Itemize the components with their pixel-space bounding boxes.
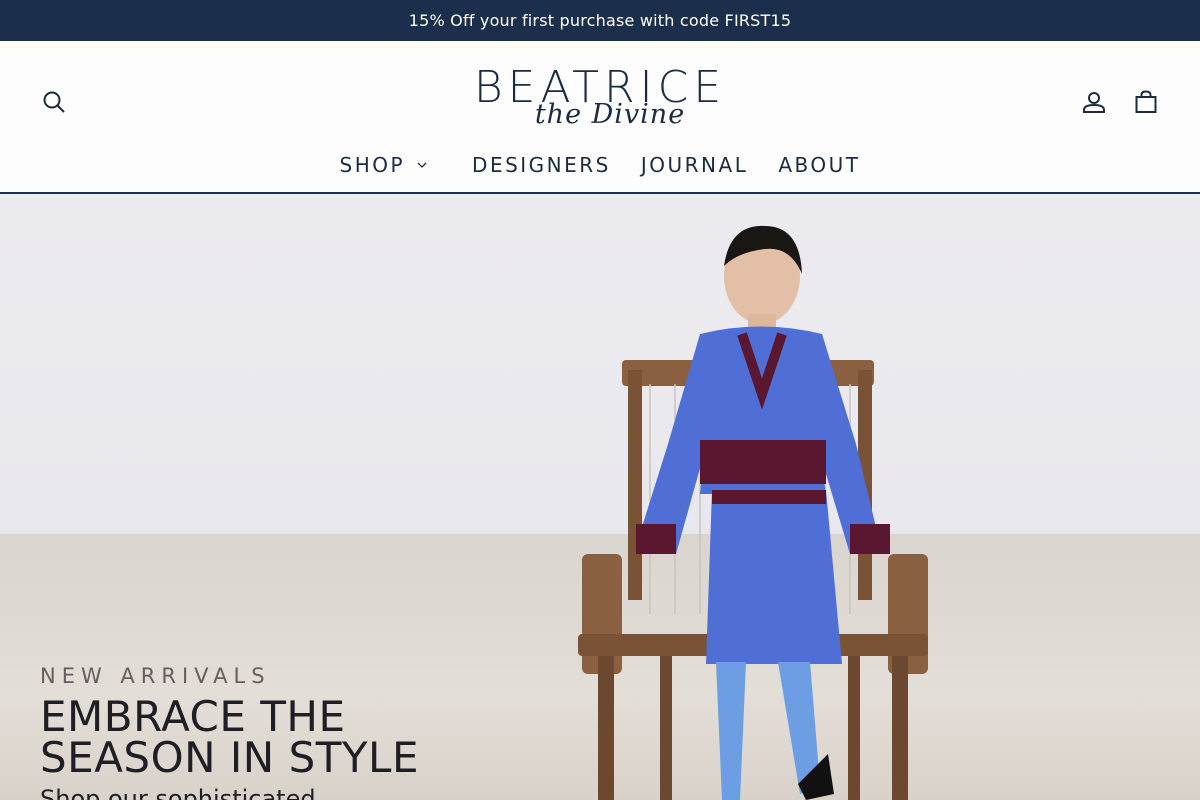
main-nav: SHOP DESIGNERS JOURNAL ABOUT — [0, 145, 1200, 185]
nav-item-shop[interactable]: SHOP — [325, 153, 458, 177]
hero-text-block: NEW ARRIVALS EMBRACE THE SEASON IN STYLE… — [40, 662, 560, 800]
hero-headline-line2: SEASON IN STYLE — [40, 733, 419, 782]
account-icon[interactable] — [1079, 87, 1109, 117]
announcement-text: 15% Off your first purchase with code FI… — [408, 11, 792, 30]
nav-item-label: ABOUT — [778, 153, 861, 177]
chevron-down-icon — [417, 161, 427, 169]
nav-item-designers[interactable]: DESIGNERS — [457, 153, 626, 177]
hero-headline: EMBRACE THE SEASON IN STYLE — [40, 692, 560, 782]
nav-item-journal[interactable]: JOURNAL — [626, 153, 763, 177]
hero-subline: Shop our sophisticated — [40, 785, 316, 800]
announcement-bar: 15% Off your first purchase with code FI… — [0, 0, 1200, 41]
site-header: BEATRICE the Divine SHOP DESIGNERS JOURN… — [0, 41, 1200, 194]
brand-tagline: the Divine — [534, 99, 686, 130]
brand-logo[interactable]: BEATRICE the Divine — [455, 63, 745, 139]
hero-banner[interactable]: NEW ARRIVALS EMBRACE THE SEASON IN STYLE… — [0, 194, 1200, 800]
hero-eyebrow: NEW ARRIVALS — [40, 664, 271, 688]
nav-item-label: SHOP — [339, 153, 406, 177]
nav-item-label: DESIGNERS — [472, 153, 611, 177]
hero-headline-line1: EMBRACE THE — [40, 692, 346, 741]
nav-item-label: JOURNAL — [640, 153, 749, 177]
cart-icon[interactable] — [1131, 87, 1161, 117]
search-icon[interactable] — [39, 87, 69, 117]
nav-item-about[interactable]: ABOUT — [763, 153, 875, 177]
